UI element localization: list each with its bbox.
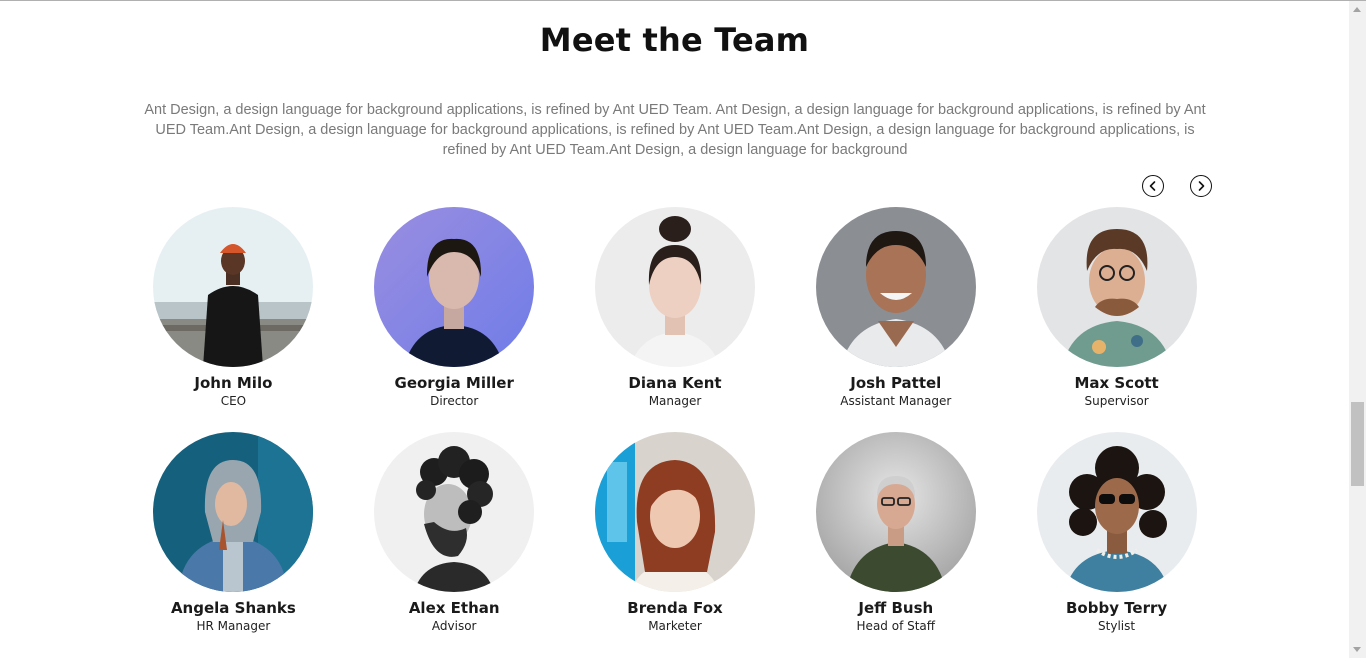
team-member-photo (374, 432, 535, 592)
team-member-card[interactable]: Max Scott Supervisor (1006, 207, 1227, 432)
team-member-name: Angela Shanks (170, 599, 296, 617)
team-member-photo (594, 207, 755, 367)
team-member-name: Max Scott (1074, 374, 1159, 392)
team-member-photo (594, 432, 755, 592)
scrollbar-thumb[interactable] (1351, 402, 1364, 486)
team-member-role: Assistant Manager (840, 394, 952, 408)
team-member-role: Marketer (648, 619, 702, 633)
team-member-card[interactable]: Jeff Bush Head of Staff (785, 432, 1006, 657)
team-member-photo (1036, 207, 1197, 367)
team-member-photo (374, 207, 535, 367)
team-member-photo (1036, 432, 1197, 592)
team-member-card[interactable]: Bobby Terry Stylist (1006, 432, 1227, 657)
chevron-left-icon (1149, 181, 1156, 191)
scroll-up-arrow-icon[interactable] (1353, 7, 1361, 12)
team-member-name: Georgia Miller (394, 374, 514, 392)
team-member-photo (153, 207, 314, 367)
team-section: Meet the Team Ant Design, a design langu… (0, 1, 1349, 658)
team-member-role: Stylist (1098, 619, 1136, 633)
team-member-photo (153, 432, 314, 592)
team-member-role: Head of Staff (856, 619, 936, 633)
section-title: Meet the Team (539, 21, 810, 59)
team-member-role: Director (430, 394, 479, 408)
team-member-photo (815, 207, 976, 367)
carousel-prev-button[interactable] (1142, 175, 1164, 197)
team-member-role: Supervisor (1084, 394, 1149, 408)
team-member-name: Bobby Terry (1065, 599, 1168, 617)
team-member-name: John Milo (194, 374, 273, 392)
team-member-card[interactable]: Diana Kent Manager (565, 207, 786, 432)
team-member-role: CEO (220, 394, 247, 408)
team-member-card[interactable]: Alex Ethan Advisor (344, 432, 565, 657)
team-member-photo (815, 432, 976, 592)
vertical-scrollbar[interactable] (1349, 1, 1366, 658)
team-member-name: Jeff Bush (858, 599, 934, 617)
team-member-card[interactable]: Angela Shanks HR Manager (123, 432, 344, 657)
scroll-down-arrow-icon[interactable] (1353, 647, 1361, 652)
carousel-next-button[interactable] (1190, 175, 1212, 197)
section-description: Ant Design, a design language for backgr… (144, 102, 1206, 158)
team-grid: John Milo CEO Georgia Miller Director Di… (123, 207, 1227, 657)
team-member-name: Alex Ethan (408, 599, 500, 617)
team-member-name: Brenda Fox (627, 599, 723, 617)
team-member-card[interactable]: Josh Pattel Assistant Manager (785, 207, 1006, 432)
team-member-card[interactable]: Georgia Miller Director (344, 207, 565, 432)
chevron-right-icon (1198, 181, 1205, 191)
team-member-card[interactable]: John Milo CEO (123, 207, 344, 432)
team-member-card[interactable]: Brenda Fox Marketer (565, 432, 786, 657)
team-member-role: Advisor (431, 619, 477, 633)
team-member-role: Manager (648, 394, 702, 408)
team-member-role: HR Manager (196, 619, 271, 633)
team-member-name: Diana Kent (628, 374, 722, 392)
team-member-name: Josh Pattel (850, 374, 942, 392)
